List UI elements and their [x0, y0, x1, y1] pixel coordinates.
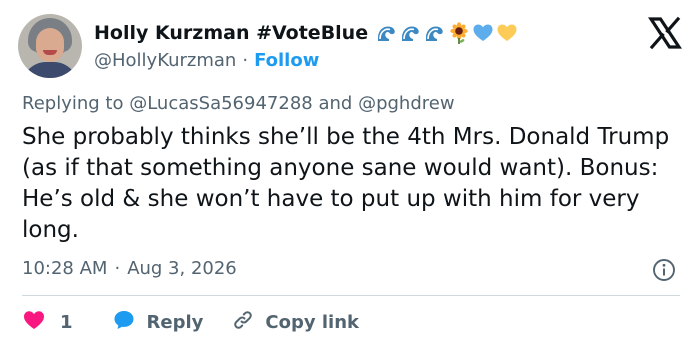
blue-heart-icon — [472, 22, 494, 44]
author-display-name[interactable]: Holly Kurzman #VoteBlue — [94, 22, 368, 44]
author-name-row: Holly Kurzman #VoteBlue — [94, 22, 518, 44]
tweet-date[interactable]: Aug 3, 2026 — [127, 258, 237, 279]
replying-to-prefix: Replying to — [22, 93, 124, 114]
avatar[interactable] — [18, 14, 82, 78]
mention-link[interactable]: @pghdrew — [358, 93, 455, 114]
copy-link-button[interactable]: Copy link — [231, 308, 359, 337]
link-icon — [231, 308, 255, 337]
reply-label: Reply — [146, 312, 204, 333]
heart-icon — [22, 308, 46, 337]
handle-separator: · — [242, 50, 249, 71]
yellow-heart-icon — [496, 22, 518, 44]
replying-to-conjunction: and — [318, 93, 353, 114]
copy-link-label: Copy link — [265, 312, 359, 333]
author-handle[interactable]: @HollyKurzman — [94, 50, 236, 71]
tweet-actions: 1 Reply Copy link — [22, 308, 359, 337]
wave-icon — [376, 22, 398, 44]
x-logo-icon[interactable] — [648, 16, 682, 50]
reply-icon — [111, 308, 137, 337]
replying-to-line: Replying to @LucasSa56947288 and @pghdre… — [22, 93, 455, 114]
info-icon[interactable] — [652, 258, 676, 282]
author-handle-row: @HollyKurzman · Follow — [94, 50, 319, 71]
tweet-header: Holly Kurzman #VoteBlue @HollyKurzman · … — [18, 14, 682, 80]
wave-icon — [400, 22, 422, 44]
tweet-timestamp[interactable]: 10:28 AM · Aug 3, 2026 — [22, 258, 237, 279]
reply-button[interactable]: Reply — [111, 308, 204, 337]
follow-button[interactable]: Follow — [254, 50, 319, 71]
wave-icon — [424, 22, 446, 44]
mention-link[interactable]: @LucasSa56947288 — [129, 93, 313, 114]
divider — [22, 295, 680, 296]
tweet-time[interactable]: 10:28 AM — [22, 258, 107, 279]
tweet-text: She probably thinks she’ll be the 4th Mr… — [22, 124, 670, 243]
sunflower-icon — [448, 22, 470, 44]
name-emojis — [376, 22, 518, 44]
like-button[interactable]: 1 — [22, 308, 73, 337]
timestamp-separator: · — [114, 258, 121, 279]
tweet-card: Holly Kurzman #VoteBlue @HollyKurzman · … — [0, 0, 700, 348]
like-count: 1 — [60, 312, 73, 333]
